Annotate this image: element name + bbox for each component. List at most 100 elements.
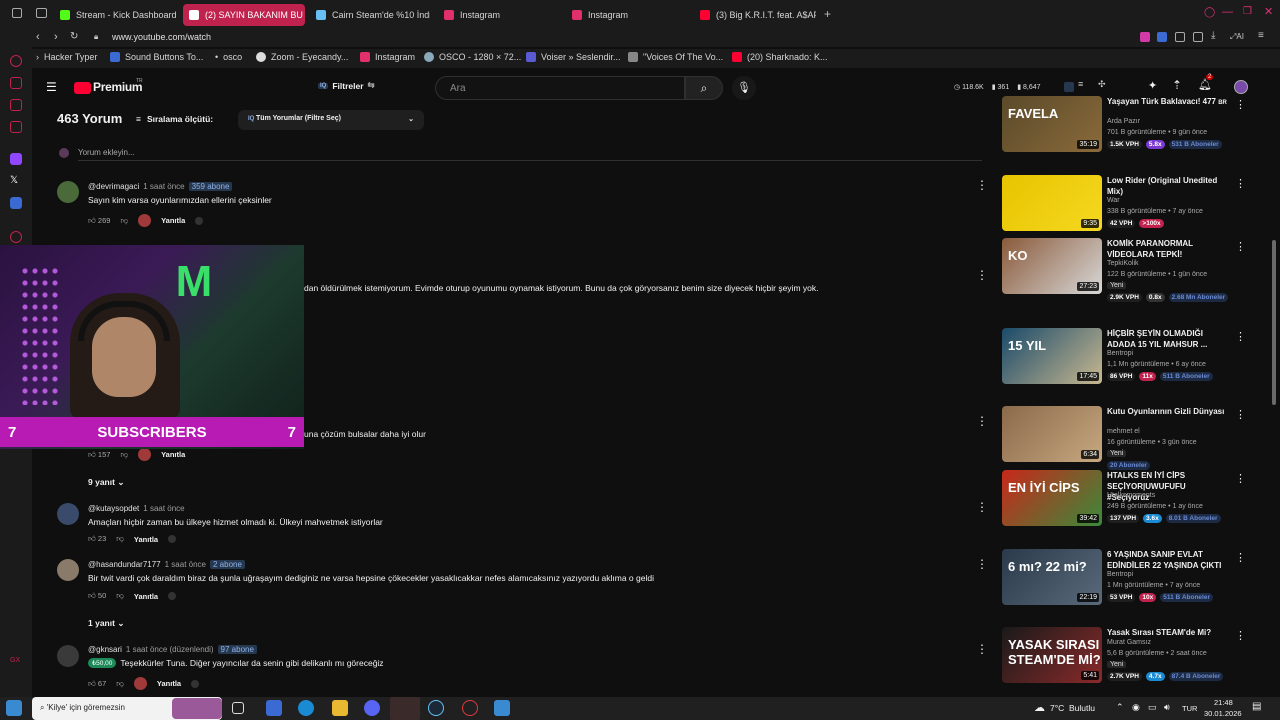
rail-app-icon[interactable] bbox=[10, 99, 22, 111]
video-title[interactable]: Yasak Sırası STEAM'de Mi? bbox=[1107, 627, 1229, 638]
video-title[interactable]: KOMİK PARANORMAL VİDEOLARA TEPKİ! bbox=[1107, 238, 1229, 260]
twitch-icon[interactable] bbox=[10, 153, 22, 165]
video-thumbnail[interactable]: 6:34 bbox=[1002, 406, 1102, 462]
chevron-up-icon[interactable]: ⌃ bbox=[1116, 702, 1124, 713]
rail-app-icon[interactable] bbox=[10, 197, 22, 209]
video-thumbnail[interactable]: 15 YIL 17:45 bbox=[1002, 328, 1102, 384]
avatar[interactable] bbox=[57, 503, 79, 525]
comment-author[interactable]: @devrimagaci bbox=[88, 182, 139, 191]
channel-name[interactable]: Arda Pazır bbox=[1107, 118, 1140, 125]
video-thumbnail[interactable]: EN İYİ CİPS 39:42 bbox=[1002, 470, 1102, 526]
scrollbar[interactable] bbox=[1272, 240, 1276, 405]
channel-name[interactable]: TepkiKolik bbox=[1107, 260, 1139, 267]
more-options-icon[interactable]: ⋮ bbox=[1235, 472, 1246, 485]
reply-button[interactable]: Yanıtla bbox=[134, 535, 158, 544]
extra-icon[interactable] bbox=[195, 216, 204, 225]
channel-name[interactable]: Murat Gamsız bbox=[1107, 639, 1151, 646]
app-icon[interactable] bbox=[494, 700, 510, 716]
dislike-icon[interactable]: 👎︎ bbox=[116, 591, 124, 601]
channel-name[interactable]: Htalksmoments bbox=[1107, 492, 1155, 499]
new-tab-icon[interactable]: + bbox=[824, 7, 831, 21]
rail-app-icon[interactable] bbox=[10, 231, 22, 243]
bookmark-item[interactable]: • osco bbox=[215, 52, 242, 62]
bookmark-item[interactable]: (20) Sharknado: K... bbox=[732, 52, 828, 62]
more-options-icon[interactable]: ⋮ bbox=[976, 642, 988, 656]
more-options-icon[interactable]: ⋮ bbox=[1235, 240, 1246, 253]
app-icon[interactable] bbox=[462, 700, 478, 716]
youtube-logo-text[interactable]: Premium bbox=[93, 80, 143, 94]
more-options-icon[interactable]: ⋮ bbox=[1235, 408, 1246, 421]
steam-icon[interactable] bbox=[428, 700, 444, 716]
youtube-logo-icon[interactable] bbox=[74, 82, 91, 94]
related-video-item[interactable]: 9:35 Low Rider (Original Unedited Mix) War… bbox=[992, 175, 1246, 235]
video-title[interactable]: Kutu Oyunlarının Gizli Dünyası bbox=[1107, 406, 1229, 417]
bookmark-item[interactable]: OSCO - 1280 × 72... bbox=[424, 52, 521, 62]
like-button[interactable]: 👍︎ 269 bbox=[88, 216, 110, 226]
tab-instagram-2[interactable]: Instagram bbox=[566, 4, 686, 26]
related-video-item[interactable]: YASAK SIRASI STEAM'DE Mİ? 5:41 Yasak Sıras… bbox=[992, 627, 1246, 687]
channel-name[interactable]: Bentropi bbox=[1107, 571, 1133, 578]
share-icon[interactable] bbox=[1193, 32, 1203, 42]
avatar[interactable] bbox=[57, 181, 79, 203]
related-video-item[interactable]: EN İYİ CİPS 39:42 HTALKS EN İYİ CİPS SEÇİY… bbox=[992, 470, 1246, 530]
reload-icon[interactable]: ↻ bbox=[70, 31, 78, 42]
tabs-icon[interactable] bbox=[36, 8, 47, 18]
upload-icon[interactable]: ⇡ bbox=[1172, 78, 1182, 92]
add-comment-input[interactable]: Yorum ekleyin... bbox=[78, 148, 135, 157]
related-video-item[interactable]: KO 27:23 KOMİK PARANORMAL VİDEOLARA TEPKİ!… bbox=[992, 238, 1246, 302]
search-input[interactable]: Ara bbox=[435, 76, 685, 100]
discord-icon[interactable] bbox=[364, 700, 380, 716]
tray-icon[interactable]: ◉ bbox=[1132, 702, 1140, 713]
related-video-item[interactable]: 15 YIL 17:45 HİÇBİR ŞEYİN OLMADIĞI ADADA 1… bbox=[992, 328, 1246, 388]
download-icon[interactable]: ⤓ bbox=[1211, 30, 1215, 41]
extra-icon[interactable] bbox=[168, 592, 177, 600]
video-title[interactable]: Yaşayan Türk Baklavacı! 477 BR bbox=[1107, 96, 1229, 109]
more-options-icon[interactable]: ⋮ bbox=[1235, 551, 1246, 564]
more-options-icon[interactable]: ⋮ bbox=[976, 414, 988, 428]
tab-kick[interactable]: Stream - Kick Dashboard bbox=[54, 4, 178, 26]
folder-icon[interactable] bbox=[332, 700, 348, 716]
bookmark-item[interactable]: Voiser » Seslendir... bbox=[526, 52, 621, 62]
related-video-item[interactable]: 6 mı? 22 mi? 22:19 6 YAŞINDA SANIP EVLAT E… bbox=[992, 549, 1246, 609]
like-button[interactable]: 👍︎ 67 bbox=[88, 679, 106, 689]
extension-icon[interactable] bbox=[1157, 32, 1167, 42]
like-button[interactable]: 👍︎ 23 bbox=[88, 534, 106, 544]
extension-icon[interactable] bbox=[1140, 32, 1150, 42]
ai-icon[interactable]: ⤢AI bbox=[1230, 32, 1244, 42]
more-options-icon[interactable]: ⋮ bbox=[1235, 629, 1246, 642]
create-icon[interactable]: ✦ bbox=[1148, 79, 1157, 92]
close-icon[interactable]: ✕ bbox=[1264, 5, 1273, 18]
comment-filter-select[interactable]: IQ Tüm Yorumlar (Filtre Seç) ⌄ bbox=[238, 110, 424, 130]
related-video-item[interactable]: 6:34 Kutu Oyunlarının Gizli Dünyası mehmet… bbox=[992, 406, 1246, 470]
comment-author[interactable]: @gknsari bbox=[88, 645, 122, 654]
more-options-icon[interactable]: ⋮ bbox=[976, 557, 988, 571]
dislike-icon[interactable]: 👎︎ bbox=[120, 450, 128, 460]
avatar[interactable] bbox=[57, 645, 79, 667]
x-icon[interactable]: 𝕏 bbox=[10, 175, 22, 187]
rail-app-icon[interactable] bbox=[10, 121, 22, 133]
extension-icon[interactable] bbox=[1175, 32, 1185, 42]
avatar[interactable] bbox=[1234, 80, 1248, 94]
like-button[interactable]: 👍︎ 50 bbox=[88, 591, 106, 601]
notification-center-icon[interactable]: ▤ bbox=[1252, 701, 1261, 712]
bookmark-item[interactable]: Instagram bbox=[360, 52, 415, 62]
edge-icon[interactable] bbox=[298, 700, 314, 716]
forward-icon[interactable]: › bbox=[54, 31, 58, 43]
tab-youtube-krit[interactable]: (3) Big K.R.I.T. feat. A$AP bbox=[694, 4, 816, 26]
bookmark-item[interactable]: › Hacker Typer bbox=[36, 52, 97, 62]
video-thumbnail[interactable]: 6 mı? 22 mi? 22:19 bbox=[1002, 549, 1102, 605]
video-thumbnail[interactable]: FAVELA 35:19 bbox=[1002, 96, 1102, 152]
more-options-icon[interactable]: ⋮ bbox=[1235, 98, 1246, 111]
more-options-icon[interactable]: ⋮ bbox=[976, 268, 988, 282]
list-icon[interactable]: ≡ bbox=[1078, 79, 1083, 89]
channel-name[interactable]: Bentropi bbox=[1107, 350, 1133, 357]
sort-button[interactable]: ≡ Sıralama ölçütü: bbox=[136, 114, 213, 124]
menu-icon[interactable]: ≡ bbox=[1258, 30, 1264, 41]
reply-button[interactable]: Yanıtla bbox=[161, 450, 185, 459]
app-icon[interactable] bbox=[266, 700, 282, 716]
related-video-item[interactable]: FAVELA 35:19 Yaşayan Türk Baklavacı! 477 B… bbox=[992, 96, 1246, 156]
dislike-icon[interactable]: 👎︎ bbox=[116, 534, 124, 544]
clock-time[interactable]: 21:48 bbox=[1214, 698, 1233, 707]
search-tabs-icon[interactable]: ◯ bbox=[1204, 7, 1215, 18]
url-field[interactable]: www.youtube.com/watch bbox=[112, 32, 211, 42]
